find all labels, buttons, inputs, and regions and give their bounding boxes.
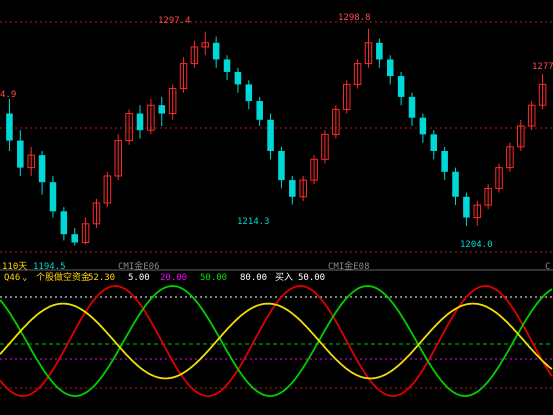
candlestick-series[interactable]	[6, 28, 547, 246]
period-label: 110天	[2, 262, 28, 272]
date-marker-2: CMI金E08	[328, 262, 370, 272]
grid-lines	[0, 21, 553, 389]
osc-line-red	[0, 285, 553, 397]
level-4: 80.00	[240, 273, 268, 283]
candle-body-down	[463, 196, 470, 218]
candle-body-down	[408, 96, 416, 118]
high-label-1: 1297.4	[158, 16, 191, 26]
date-marker-3: C	[545, 262, 551, 272]
candle-body-down	[158, 105, 166, 114]
candle-body-down	[278, 150, 285, 181]
indicator-info-bar: Q46 ⌄ 个股做空资金 52.30 5.00 20.00 50.00 80.0…	[0, 272, 553, 284]
candle-body-down	[245, 84, 253, 102]
level-1: 5.00	[128, 273, 150, 283]
candle-body-down	[441, 150, 448, 172]
signal-value: 50.00	[298, 273, 326, 283]
candle-body-down	[386, 59, 394, 77]
candle-body-down	[419, 117, 427, 135]
low-label-2: 1214.3	[237, 217, 270, 227]
candle-body-down	[430, 134, 438, 151]
oscillator-panel[interactable]	[0, 285, 553, 397]
candle-body-down	[289, 180, 296, 197]
level-3: 50.00	[200, 273, 228, 283]
candle-body-down	[60, 211, 68, 235]
candle-body-down	[234, 71, 242, 85]
low-label-3: 1204.0	[460, 240, 493, 250]
high-label-2: 1298.8	[338, 13, 371, 23]
chevron-down-icon[interactable]: ⌄	[22, 272, 27, 284]
candle-body-down	[212, 42, 220, 60]
chart-stage	[0, 21, 553, 397]
candle-body-down	[6, 113, 13, 141]
low-label-1: 1194.5	[33, 262, 66, 272]
candle-body-down	[267, 119, 274, 151]
candle-body-down	[376, 42, 383, 60]
indicator-label: 个股做空资金	[36, 273, 91, 283]
left-edge-label: 4.9	[0, 90, 17, 100]
candle-body-down	[256, 101, 263, 120]
signal-label: 买入	[275, 273, 294, 283]
candle-body-down	[397, 76, 405, 97]
candle-body-down	[223, 59, 231, 72]
candle-body-down	[452, 171, 459, 197]
high-label-3: 1277	[532, 62, 553, 72]
candle-body-down	[38, 155, 46, 183]
date-marker-1: CMI金E06	[118, 262, 160, 272]
indicator-value: 52.30	[88, 273, 116, 283]
candle-body-down	[136, 113, 144, 131]
level-2: 20.00	[160, 273, 188, 283]
candle-body-down	[17, 140, 24, 168]
candle-body-down	[71, 234, 78, 243]
candle-body-down	[49, 182, 57, 212]
indicator-name[interactable]: Q46	[4, 272, 20, 284]
